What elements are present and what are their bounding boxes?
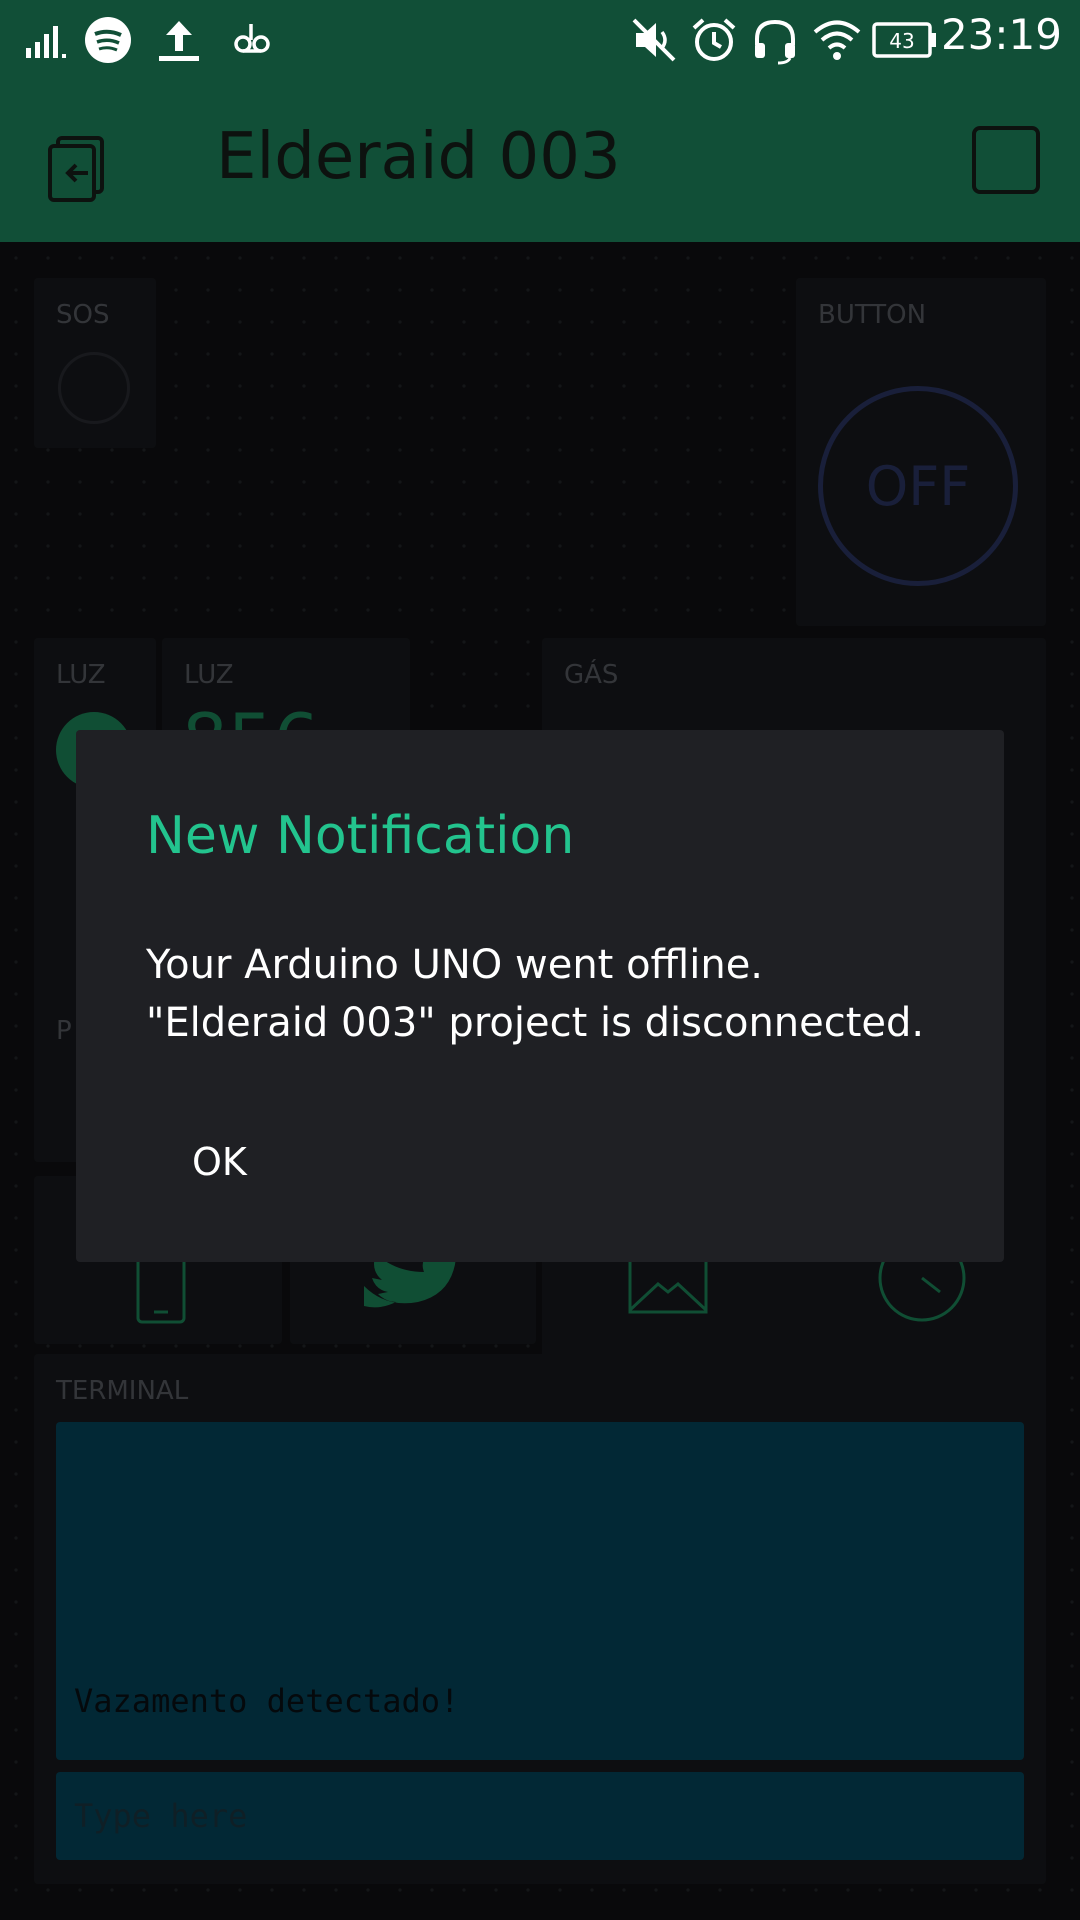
voicemail-icon bbox=[232, 14, 272, 66]
page-title: Elderaid 003 bbox=[216, 120, 621, 194]
notification-dialog: New Notification Your Arduino UNO went o… bbox=[76, 730, 1004, 1262]
upload-icon bbox=[156, 14, 202, 66]
clock: 23:19 bbox=[940, 10, 1062, 59]
stop-button[interactable] bbox=[972, 126, 1040, 194]
app-bar: Elderaid 003 bbox=[0, 80, 1080, 242]
dialog-message: Your Arduino UNO went offline. "Elderaid… bbox=[146, 942, 925, 1046]
spotify-icon bbox=[84, 14, 132, 66]
alarm-icon bbox=[690, 14, 738, 66]
status-bar: 43 23:19 bbox=[0, 0, 1080, 80]
ok-button[interactable]: OK bbox=[172, 1128, 267, 1196]
wifi-icon bbox=[812, 14, 862, 66]
exit-icon bbox=[48, 136, 104, 202]
headset-icon bbox=[750, 14, 800, 66]
dialog-title: New Notification bbox=[146, 806, 575, 866]
exit-project-button[interactable] bbox=[46, 124, 126, 204]
signal-icon bbox=[24, 14, 68, 66]
mute-icon bbox=[630, 14, 678, 66]
battery-icon: 43 bbox=[872, 14, 938, 66]
battery-level: 43 bbox=[889, 29, 914, 53]
